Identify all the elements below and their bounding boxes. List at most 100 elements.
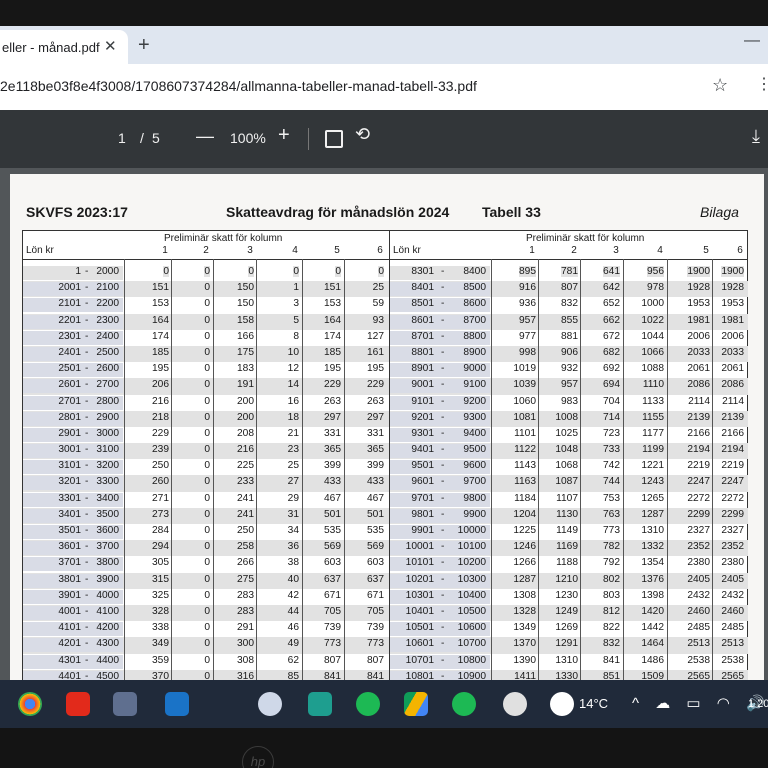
salary-from: 1 <box>75 266 81 277</box>
salary-to: 8500 <box>463 282 486 294</box>
tax-cell-col4: 978 <box>647 282 664 294</box>
tax-cell-col3: 158 <box>237 314 254 326</box>
tax-cell-col1: 1225 <box>513 525 536 536</box>
table-row: 4301-4400 359 0 308 62 807 807 <box>23 654 389 670</box>
table-row: 9201- 9300 1081 1008 714 1155 2139 2139 <box>390 410 748 427</box>
tax-cell-col2: 0 <box>204 363 210 375</box>
tax-cell-col1: 1246 <box>513 541 536 553</box>
tax-cell-col1: 1122 <box>514 444 536 456</box>
tax-cell-col4: 38 <box>287 557 299 569</box>
range-dash: - <box>441 508 445 520</box>
clock[interactable]: 1 202 <box>748 698 768 710</box>
tax-cell-col2: 1330 <box>555 670 578 680</box>
spotify-icon-2[interactable] <box>452 692 476 716</box>
browser-menu-icon[interactable]: ⋮ <box>756 74 768 94</box>
pdf-viewer[interactable]: SKVFS 2023:17 Skatteavdrag för månadslön… <box>0 168 768 680</box>
fit-to-page-icon[interactable] <box>325 130 343 148</box>
table-left-half: Lön kr Preliminär skatt för kolumn 1-200… <box>23 231 390 680</box>
rotate-icon[interactable]: ⟲ <box>355 124 370 145</box>
tax-cell-col6: 467 <box>367 492 384 504</box>
weather-icon[interactable] <box>550 692 574 716</box>
tax-cell-col3: 308 <box>237 654 254 666</box>
tax-cell-col6: 331 <box>367 427 384 439</box>
table-row: 10801- 10900 1411 1330 851 1509 2565 2565 <box>390 669 748 680</box>
tax-cell-col2: 0 <box>204 298 210 310</box>
tax-cell-col5: 2219 <box>687 460 710 472</box>
taskbar: 14°C ^ ☁ ▭ ◠ 🔊 1 202 <box>0 680 768 728</box>
tax-cell-col6: 739 <box>367 622 384 634</box>
salary-to: 9000 <box>463 363 486 375</box>
pdf-toolbar: 1 / 5 — 100% + ⟲ ⤓ <box>0 110 768 168</box>
page-separator: / <box>140 130 144 146</box>
tax-cell-col5: 705 <box>324 605 341 617</box>
tax-cell-col4: 1044 <box>641 330 664 342</box>
table-row: 4001-4100 328 0 283 44 705 705 <box>23 604 389 622</box>
table-row: 2901-3000 229 0 208 21 331 331 <box>23 427 389 443</box>
tax-cell-col2: 0 <box>204 589 210 601</box>
table-row: 3401-3500 273 0 241 31 501 501 <box>23 507 389 524</box>
salary-from: 9101 <box>411 395 434 407</box>
zoom-level[interactable]: 100% <box>230 130 266 146</box>
tax-cell-col6: 2194 <box>721 444 744 456</box>
new-tab-button[interactable]: + <box>138 34 150 57</box>
tax-cell-col6: 297 <box>367 411 384 423</box>
table-row: 8301- 8400 895 781 641 956 1900 1900 <box>390 265 748 281</box>
tax-cell-col1: 1060 <box>513 395 536 407</box>
salary-to: 10300 <box>457 573 486 585</box>
zoom-out-button[interactable]: — <box>196 126 214 147</box>
range-dash: - <box>441 298 445 310</box>
tax-cell-col5: 2272 <box>687 492 710 504</box>
close-tab-icon[interactable]: ✕ <box>104 37 117 55</box>
tax-cell-col3: 841 <box>603 654 620 666</box>
tax-cell-col6: 127 <box>367 330 384 342</box>
range-dash: - <box>85 589 89 601</box>
outlook-icon[interactable] <box>165 692 189 716</box>
tax-cell-col2: 0 <box>204 427 210 439</box>
temperature[interactable]: 14°C <box>579 696 608 711</box>
salary-from: 8601 <box>411 314 434 326</box>
salary-range: 8601- 8700 <box>390 314 490 329</box>
minimize-button[interactable]: — <box>744 32 760 50</box>
range-dash: - <box>441 638 445 650</box>
salary-to: 2900 <box>96 411 119 423</box>
range-dash: - <box>441 346 445 358</box>
tax-cell-col4: 1221 <box>641 460 664 472</box>
bookmark-star-icon[interactable]: ☆ <box>712 75 728 96</box>
tax-cell-col4: 1354 <box>641 557 664 569</box>
salary-from: 9601 <box>411 476 434 488</box>
tax-cell-col2: 0 <box>204 557 210 569</box>
drive-icon[interactable] <box>404 692 428 716</box>
tax-cell-col1: 1390 <box>513 654 536 666</box>
salary-to: 3000 <box>96 427 119 439</box>
tax-cell-col6: 2327 <box>721 525 744 536</box>
help-icon[interactable] <box>503 692 527 716</box>
app-t-icon[interactable] <box>308 692 332 716</box>
salary-range: 9001- 9100 <box>390 379 490 394</box>
tax-cell-col3: 175 <box>237 346 254 358</box>
salary-from: 10601 <box>405 638 434 650</box>
download-icon[interactable]: ⤓ <box>752 126 760 147</box>
tax-cell-col2: 932 <box>561 363 578 375</box>
document-code: SKVFS 2023:17 <box>26 204 128 220</box>
salary-range: 9701- 9800 <box>390 492 490 507</box>
tax-cell-col2: 881 <box>561 330 578 342</box>
tax-cell-col3: 851 <box>603 670 620 680</box>
browser-tab[interactable]: eller - månad.pdf ✕ <box>0 30 128 64</box>
zoom-in-button[interactable]: + <box>278 124 290 147</box>
page-number-input[interactable]: 1 <box>118 130 126 146</box>
tax-cell-col5: 1900 <box>687 266 710 277</box>
photos-icon[interactable] <box>258 692 282 716</box>
tax-cell-col1: 328 <box>152 605 169 617</box>
chrome-icon[interactable] <box>18 692 42 716</box>
table-row: 8801- 8900 998 906 682 1066 2033 2033 <box>390 345 748 363</box>
acrobat-icon[interactable] <box>66 692 90 716</box>
tax-cell-col6: 1928 <box>721 282 744 294</box>
table-row: 2201-2300 164 0 158 5 164 93 <box>23 313 389 330</box>
spotify-icon[interactable] <box>356 692 380 716</box>
url-field[interactable]: 2e118be03f8e4f3008/1708607374284/allmann… <box>0 78 477 94</box>
salary-from: 4401 <box>58 670 81 680</box>
calculator-icon[interactable] <box>113 692 137 716</box>
salary-from: 10301 <box>405 589 434 601</box>
tax-cell-col1: 0 <box>163 266 169 277</box>
tax-cell-col1: 325 <box>152 589 169 601</box>
